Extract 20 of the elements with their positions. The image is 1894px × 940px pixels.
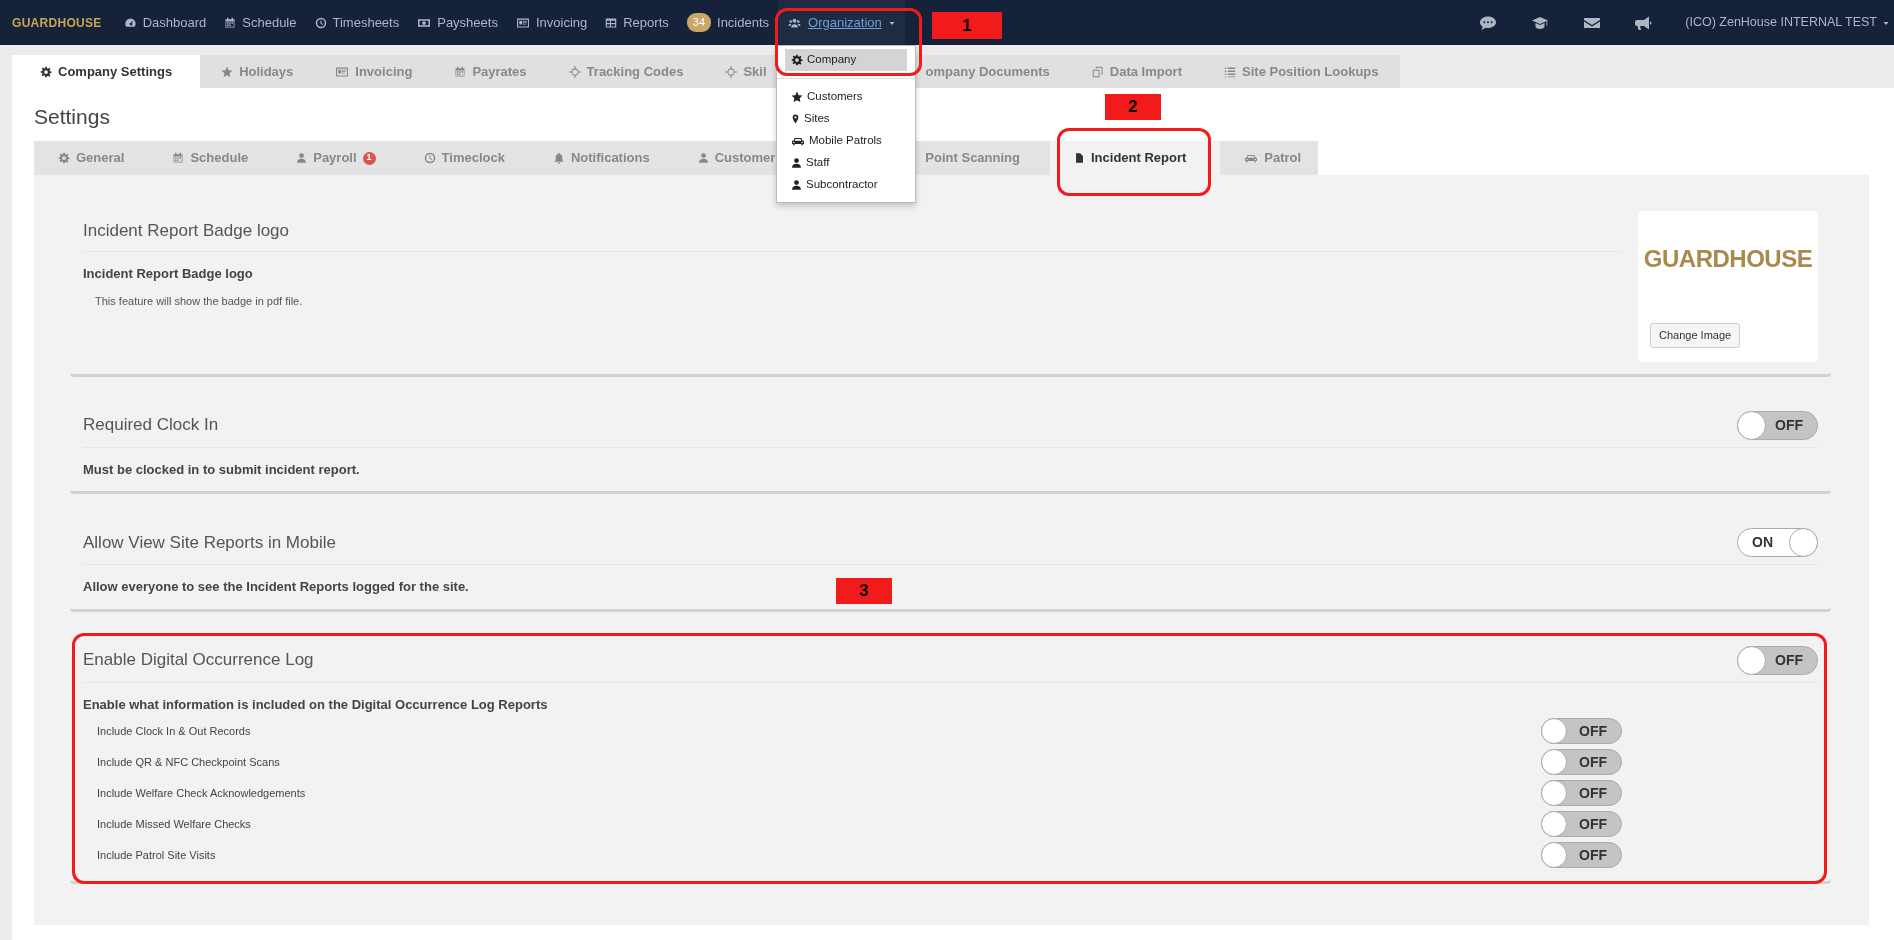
callout-number: 2 <box>1105 94 1161 120</box>
option-label: Include Patrol Site Visits <box>96 847 216 863</box>
count-badge: 34 <box>686 13 711 32</box>
setting-label: Incident Report Badge logo <box>83 264 253 283</box>
section-title: Allow View Site Reports in Mobile <box>83 531 336 554</box>
logo-text: GUARDHOUSE <box>1642 244 1814 274</box>
option-label: Include Welfare Check Acknowledgements <box>96 785 306 801</box>
section-title: Incident Report Badge logo <box>83 220 290 242</box>
setting-label: Allow everyone to see the Incident Reports logged for the site. <box>83 578 469 596</box>
callout-number: 1 <box>932 12 1002 39</box>
setting-label: Enable what information is included on the Digital Occurrence Log Reports <box>83 695 548 714</box>
page-title: Settings <box>34 104 110 130</box>
section-title: Required Clock In <box>83 414 219 437</box>
option-label: Include QR & NFC Checkpoint Scans <box>96 754 280 770</box>
option-label: Include Missed Welfare Checks <box>96 816 251 832</box>
option-label: Include Clock In & Out Records <box>96 723 251 739</box>
setting-label: Must be clocked in to submit incident report. <box>83 460 360 479</box>
setting-description: This feature will show the badge in pdf file. <box>94 294 304 309</box>
callout-number: 3 <box>836 578 892 604</box>
section-title: Enable Digital Occurrence Log <box>83 649 314 672</box>
